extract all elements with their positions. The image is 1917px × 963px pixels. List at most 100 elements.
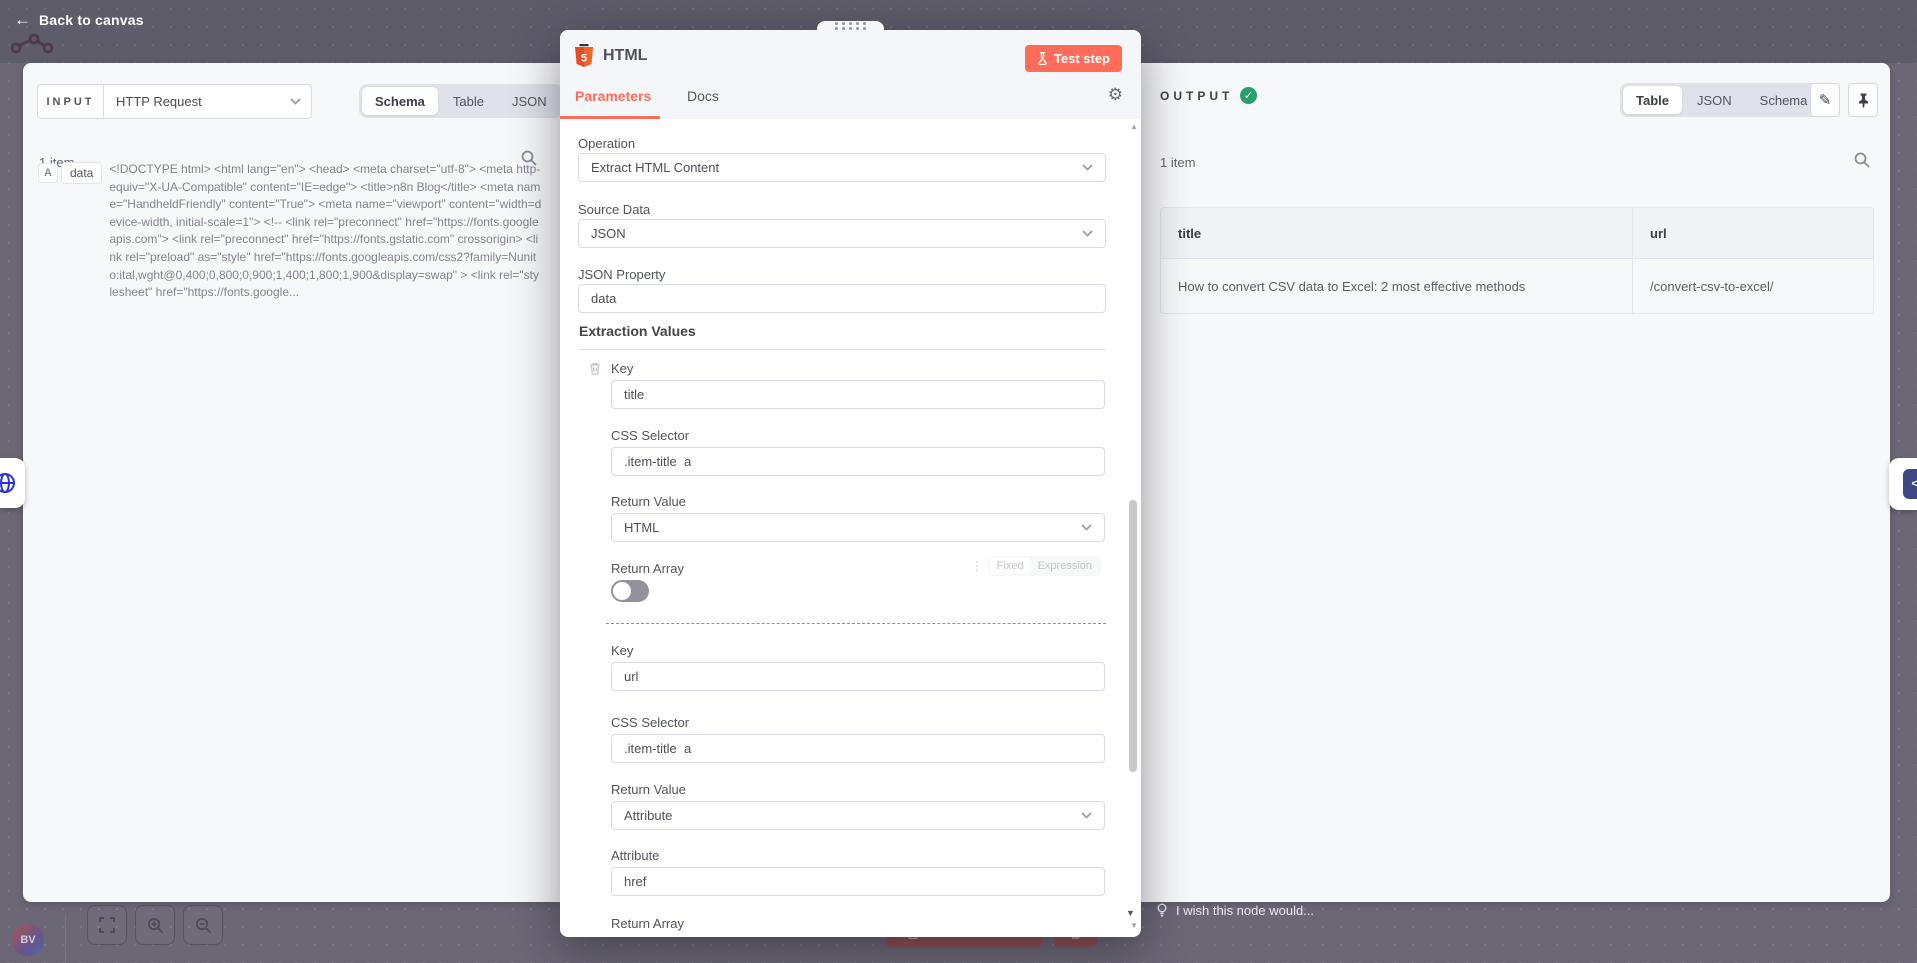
return-value-value: HTML — [624, 520, 1081, 535]
return-value-select[interactable]: HTML — [611, 513, 1105, 542]
key-label: Key — [611, 643, 633, 658]
input-tab-table[interactable]: Table — [440, 87, 497, 115]
field-name-chip[interactable]: data — [61, 162, 102, 184]
input-tab-json[interactable]: JSON — [499, 87, 560, 115]
overflow-dots-icon: ⋮ — [971, 559, 983, 573]
css-selector-label: CSS Selector — [611, 428, 689, 443]
scroll-down-arrow[interactable]: ▼ — [1130, 921, 1138, 930]
output-tab-table[interactable]: Table — [1623, 86, 1682, 114]
output-search-icon[interactable] — [1853, 151, 1871, 169]
table-row[interactable]: How to convert CSV data to Excel: 2 most… — [1161, 259, 1873, 313]
node-title: HTML — [603, 47, 647, 65]
success-check-icon: ✓ — [1240, 87, 1257, 104]
n8n-logo-icon — [10, 31, 54, 55]
modal-bottom-scroll-arrow[interactable]: ▼ — [1126, 908, 1135, 918]
modal-drag-handle[interactable] — [817, 21, 884, 31]
return-value-select[interactable]: Attribute — [611, 801, 1105, 830]
source-data-label: Source Data — [578, 202, 650, 217]
chevron-down-icon — [1082, 230, 1093, 237]
avatar[interactable]: BV — [12, 924, 44, 956]
zoom-in-icon — [147, 917, 164, 934]
chevron-down-icon — [1081, 524, 1092, 531]
fixed-pill[interactable]: Fixed — [990, 558, 1031, 574]
expression-pill[interactable]: Expression — [1031, 558, 1099, 574]
pin-data-button[interactable] — [1848, 83, 1878, 117]
pencil-icon: ✎ — [1819, 91, 1832, 109]
attribute-label: Attribute — [611, 848, 659, 863]
tab-parameters[interactable]: Parameters — [575, 88, 651, 104]
html5-icon: 5 — [574, 44, 594, 68]
edit-output-button[interactable]: ✎ — [1810, 83, 1840, 117]
chevron-down-icon — [1082, 164, 1093, 171]
zoom-out-icon — [195, 917, 212, 934]
test-step-button[interactable]: Test step — [1025, 45, 1122, 72]
pin-icon — [1857, 93, 1870, 108]
input-node-stub[interactable] — [0, 458, 25, 508]
css-selector-label: CSS Selector — [611, 715, 689, 730]
lightbulb-icon — [1156, 903, 1168, 918]
globe-icon — [0, 470, 18, 496]
input-source-select[interactable]: HTTP Request — [104, 85, 311, 118]
source-data-select[interactable]: JSON — [578, 219, 1106, 248]
active-tab-underline — [560, 116, 660, 119]
output-tab-json[interactable]: JSON — [1684, 86, 1745, 114]
node-settings-modal: 5 HTML Test step Parameters Docs ⚙ Opera… — [560, 30, 1141, 937]
input-view-tabs: Schema Table JSON — [359, 84, 563, 118]
code-icon: </> — [1903, 469, 1917, 499]
return-array-label: Return Array — [611, 916, 684, 931]
modal-header: 5 HTML Test step Parameters Docs ⚙ — [560, 30, 1141, 119]
tab-docs[interactable]: Docs — [687, 88, 719, 104]
zoom-in-button[interactable] — [135, 905, 175, 945]
back-to-canvas-button[interactable]: ← Back to canvas — [14, 11, 144, 28]
chevron-down-icon — [1081, 812, 1092, 819]
divider — [65, 915, 66, 963]
return-array-label: Return Array — [611, 561, 684, 576]
output-items-count: 1 item — [1160, 155, 1195, 170]
operation-select[interactable]: Extract HTML Content — [578, 153, 1106, 182]
field-type-string-icon: A — [38, 163, 58, 183]
key-input[interactable]: title — [611, 380, 1105, 409]
field-value-preview: <!DOCTYPE html> <html lang="en"> <head> … — [109, 161, 541, 302]
attribute-input[interactable]: href — [611, 867, 1105, 896]
input-source-group: INPUT HTTP Request — [37, 84, 312, 119]
scroll-up-arrow[interactable]: ▲ — [1130, 122, 1138, 131]
return-value-label: Return Value — [611, 782, 686, 797]
source-data-value: JSON — [591, 226, 1082, 241]
output-view-tabs: Table JSON Schema — [1620, 83, 1823, 117]
input-tab-schema[interactable]: Schema — [362, 87, 438, 115]
css-selector-input[interactable]: .item-title a — [611, 734, 1105, 763]
chevron-down-icon — [290, 98, 301, 105]
delete-item-icon[interactable] — [589, 362, 601, 375]
extraction-values-header: Extraction Values — [579, 323, 1106, 350]
node-feedback-label: I wish this node would... — [1176, 903, 1314, 918]
json-property-input[interactable]: data — [578, 284, 1106, 313]
css-selector-input[interactable]: .item-title a — [611, 447, 1105, 476]
next-node-stub[interactable]: </> — [1889, 458, 1917, 510]
modal-scrollbar-thumb[interactable] — [1129, 500, 1137, 772]
cell-title: How to convert CSV data to Excel: 2 most… — [1161, 259, 1633, 313]
back-to-canvas-label: Back to canvas — [39, 12, 144, 28]
fixed-expression-toggle[interactable]: ⋮ Fixed Expression — [971, 556, 1101, 576]
back-arrow-icon: ← — [14, 11, 31, 28]
zoom-out-button[interactable] — [183, 905, 223, 945]
key-input[interactable]: url — [611, 662, 1105, 691]
gear-icon[interactable]: ⚙ — [1108, 85, 1123, 105]
return-value-label: Return Value — [611, 494, 686, 509]
input-panel: INPUT HTTP Request Schema Table JSON 1 i… — [23, 63, 560, 902]
zoom-to-fit-button[interactable] — [87, 905, 127, 945]
input-panel-label: INPUT — [38, 85, 104, 118]
input-source-value: HTTP Request — [116, 94, 290, 109]
output-panel: OUTPUT ✓ Table JSON Schema ✎ 1 item titl… — [1141, 63, 1890, 902]
column-header-url[interactable]: url — [1633, 208, 1873, 258]
return-array-toggle[interactable] — [611, 580, 649, 602]
cell-url: /convert-csv-to-excel/ — [1633, 259, 1873, 313]
output-panel-label: OUTPUT — [1160, 89, 1233, 103]
json-property-label: JSON Property — [578, 267, 665, 282]
schema-field-row[interactable]: A data <!DOCTYPE html> <html lang="en"> … — [38, 161, 541, 302]
flask-icon — [1037, 52, 1048, 65]
return-value-value: Attribute — [624, 808, 1081, 823]
svg-text:5: 5 — [581, 53, 587, 65]
output-table: title url How to convert CSV data to Exc… — [1160, 207, 1874, 314]
node-feedback-link[interactable]: I wish this node would... — [1156, 903, 1314, 918]
column-header-title[interactable]: title — [1161, 208, 1633, 258]
